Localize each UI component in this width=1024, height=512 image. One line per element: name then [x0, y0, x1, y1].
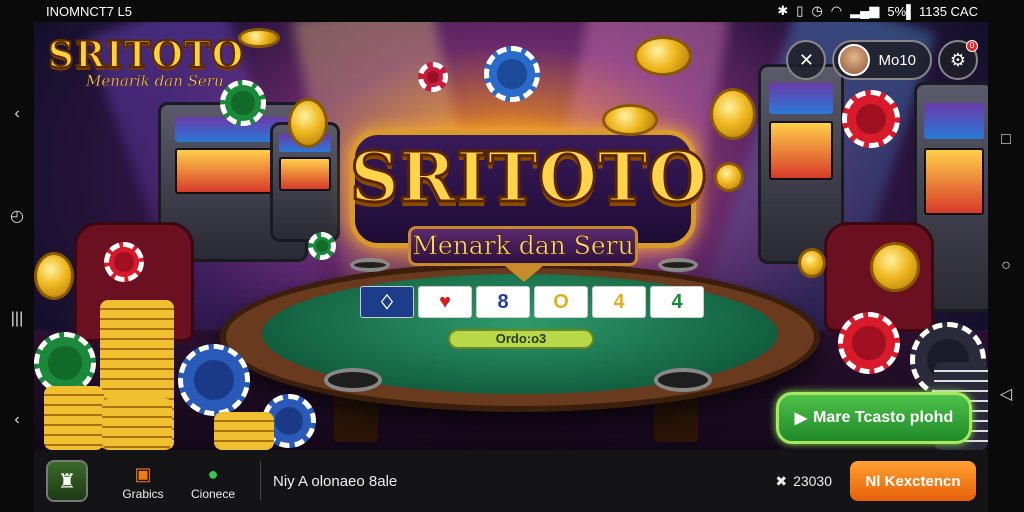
tab-grabics-label: Grabics: [122, 487, 164, 501]
playing-card: ♢: [360, 286, 414, 318]
wifi-icon: ◠: [830, 3, 843, 18]
gold-coin: [798, 248, 826, 278]
status-right: ✱ ▯ ◷ ◠ ▂▄▆ 5%▌ 1135 CAC: [777, 3, 978, 19]
playing-card: 4: [592, 286, 646, 318]
poker-chip: [308, 232, 336, 260]
status-bar: INOMNCT7 L5 ✱ ▯ ◷ ◠ ▂▄▆ 5%▌ 1135 CAC: [0, 0, 1024, 22]
playing-card: ♥: [418, 286, 472, 318]
user-name: Mo10: [878, 51, 916, 69]
chip-stack: [102, 398, 172, 450]
trophy-icon: ▣: [134, 463, 152, 484]
left-nav-bar: ‹ ◴ ||| ‹: [0, 22, 34, 512]
game-icon: ♜: [58, 470, 76, 493]
table-cards: ♢ ♥ 8 O 4 4: [360, 286, 704, 318]
gold-coin: [288, 98, 328, 148]
poker-chip: [220, 80, 266, 126]
top-controls: ✕ Mo10 ⚙ 0: [786, 40, 978, 80]
gold-coin: [602, 104, 658, 136]
tab-grabics[interactable]: ▣ Grabics: [108, 453, 178, 509]
close-button[interactable]: ✕: [786, 40, 827, 80]
signal-icon: ▂▄▆: [850, 3, 880, 18]
alarm-icon: ◷: [811, 3, 823, 18]
small-logo-title: SRITOTO: [47, 33, 245, 77]
close-icon: ✕: [798, 49, 815, 70]
right-nav-bar: □ ○ ◁: [988, 22, 1024, 512]
main-logo-tagline: Menark dan Seru: [408, 226, 638, 266]
main-logo-title: SRITOTO: [349, 137, 709, 220]
play-icon: ▶: [794, 410, 808, 427]
square-icon[interactable]: □: [1001, 131, 1011, 149]
tab-cionece[interactable]: ● Cionece: [178, 453, 248, 509]
small-logo: SRITOTO Menarik dan Seru: [47, 33, 245, 104]
settings-button[interactable]: ⚙ 0: [938, 40, 978, 80]
status-left-text: INOMNCT7 L5: [46, 3, 132, 19]
playing-card: 4: [650, 286, 704, 318]
gold-coin: [714, 162, 744, 192]
avatar: [838, 44, 871, 76]
gold-coin: [34, 252, 74, 300]
promo-button-label: Mare Tcasto plohd: [813, 409, 954, 426]
bottom-message: Niy A olonaeo 8ale: [273, 472, 398, 490]
recents-icon[interactable]: |||: [11, 310, 23, 328]
status-right-text: 5%▌ 1135 CAC: [887, 3, 978, 19]
poker-chip: [104, 242, 144, 282]
back-arrow-icon[interactable]: ‹: [14, 105, 19, 123]
user-profile-button[interactable]: Mo10: [832, 40, 932, 80]
chip-stack: [44, 386, 104, 450]
poker-chip: [484, 46, 540, 102]
bottom-bar: ♜ ▣ Grabics ● Cionece Niy A olonaeo 8ale…: [34, 450, 988, 512]
home-circle-icon[interactable]: ○: [1001, 257, 1011, 275]
tab-cionece-label: Cionece: [190, 487, 236, 501]
clock-icon[interactable]: ◴: [10, 206, 24, 226]
gold-coin: [238, 28, 280, 48]
gold-coin: [710, 88, 756, 140]
shuffle-icon: ✖: [775, 472, 788, 489]
poker-chip: [34, 332, 96, 394]
playing-card: 8: [476, 286, 530, 318]
balance: ✖ 23030: [775, 473, 832, 490]
balance-value: 23030: [793, 473, 832, 489]
gold-coin: [634, 36, 692, 76]
cup-holder: [654, 368, 712, 392]
notification-badge: 0: [966, 40, 978, 52]
chip-stack: [214, 412, 274, 450]
game-app-icon[interactable]: ♜: [46, 460, 88, 502]
small-logo-tagline: Menarik dan Seru: [86, 72, 224, 91]
back-chevron-icon[interactable]: ‹: [14, 411, 19, 429]
poker-chip: [418, 62, 448, 92]
bluetooth-icon: ✱: [777, 3, 789, 18]
gold-coin: [870, 242, 920, 292]
vibrate-icon: ▯: [796, 3, 804, 18]
promo-button[interactable]: ▶ Mare Tcasto plohd: [776, 392, 972, 444]
table-label: Ordo:o3: [448, 329, 594, 349]
game-screen: INOMNCT7 L5 ✱ ▯ ◷ ◠ ▂▄▆ 5%▌ 1135 CAC ‹ ◴…: [0, 0, 1024, 512]
divider: [260, 461, 261, 501]
playing-card: O: [534, 286, 588, 318]
cup-holder: [324, 368, 382, 392]
poker-chip: [842, 90, 900, 148]
chat-icon: ●: [207, 463, 219, 484]
main-logo: SRITOTO Menark dan Seru: [349, 130, 709, 282]
gear-icon: ⚙: [949, 49, 967, 70]
poker-chip: [178, 344, 250, 416]
poker-chip: [838, 312, 900, 374]
cta-button[interactable]: Nl Kexctencn: [850, 461, 976, 501]
casino-scene: SRITOTO Menarik dan Seru ♢ ♥ 8 O 4 4 Ord…: [34, 22, 988, 450]
back-triangle-icon[interactable]: ◁: [1000, 384, 1012, 404]
